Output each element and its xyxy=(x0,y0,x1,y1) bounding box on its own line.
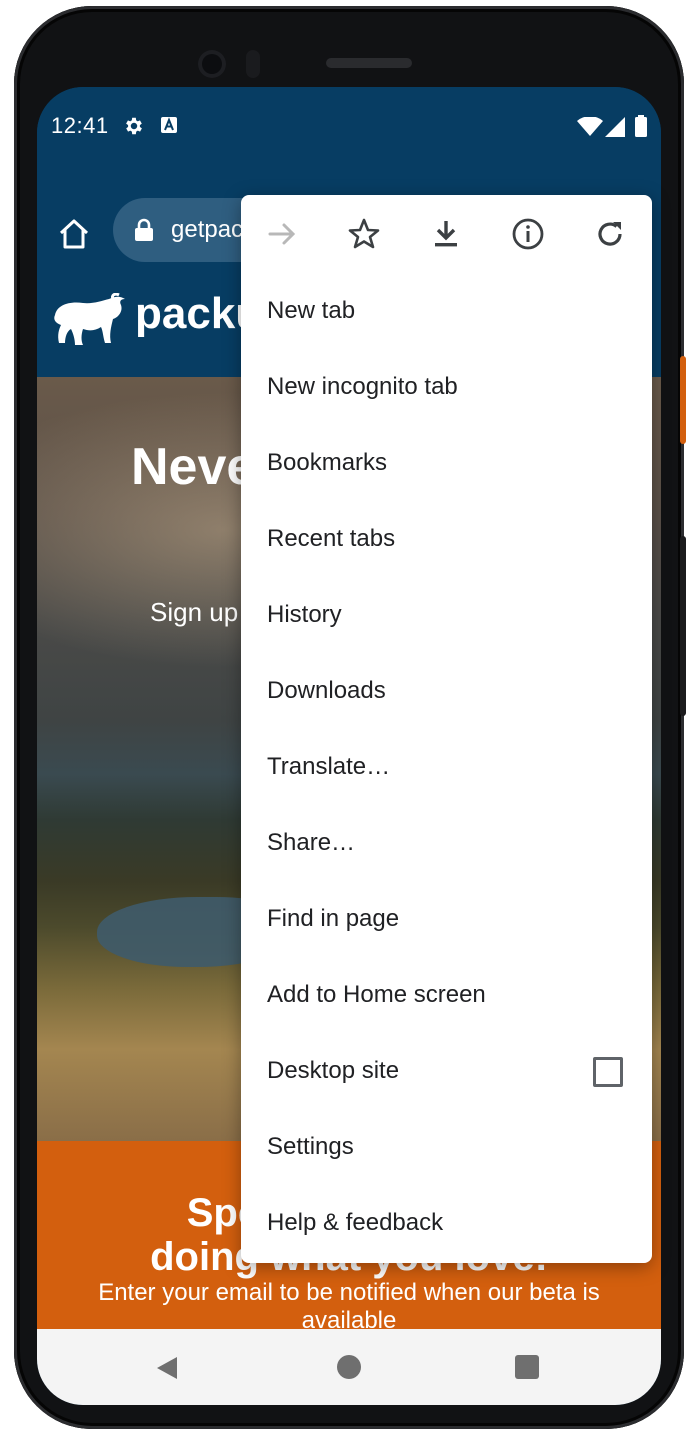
status-bar: 12:41 xyxy=(37,87,661,167)
lock-icon xyxy=(135,218,153,241)
menu-item-share[interactable]: Share… xyxy=(267,805,627,881)
front-camera xyxy=(198,50,226,78)
home-icon[interactable] xyxy=(57,217,91,251)
keyboard-a-icon xyxy=(161,117,177,133)
phone-frame: 12:41 getpackup.com packup Never Sign up xyxy=(14,6,686,1429)
hero-subtitle: Sign up xyxy=(150,597,239,627)
status-time: 12:41 xyxy=(51,113,109,138)
bookmark-star-icon[interactable] xyxy=(347,217,381,251)
menu-item-find-in-page[interactable]: Find in page xyxy=(267,881,627,957)
forward-arrow-icon[interactable] xyxy=(265,217,299,251)
home-circle-icon[interactable] xyxy=(337,1355,361,1379)
menu-item-new-incognito-tab[interactable]: New incognito tab xyxy=(267,349,627,425)
volume-button xyxy=(680,536,686,716)
earpiece xyxy=(326,58,412,68)
power-button xyxy=(680,356,686,444)
proximity-sensor xyxy=(246,50,260,78)
cell-signal-icon xyxy=(605,117,625,137)
banner-subtitle: Enter your email to be notified when our… xyxy=(98,1279,600,1334)
menu-item-history[interactable]: History xyxy=(267,577,627,653)
menu-item-bookmarks[interactable]: Bookmarks xyxy=(267,425,627,501)
settings-gear-icon xyxy=(126,117,142,135)
menu-item-help-feedback[interactable]: Help & feedback xyxy=(267,1185,627,1261)
menu-item-add-to-home-screen[interactable]: Add to Home screen xyxy=(267,957,627,1033)
battery-icon xyxy=(635,115,647,137)
page-info-icon[interactable] xyxy=(511,217,545,251)
yak-logo-icon xyxy=(54,293,125,345)
menu-item-new-tab[interactable]: New tab xyxy=(267,273,627,349)
desktop-site-checkbox[interactable] xyxy=(593,1057,623,1087)
download-icon[interactable] xyxy=(429,217,463,251)
recents-square-icon[interactable] xyxy=(515,1355,539,1379)
menu-item-desktop-site[interactable]: Desktop site xyxy=(267,1033,627,1109)
overflow-menu: New tab New incognito tab Bookmarks Rece… xyxy=(241,195,652,1263)
menu-icon-row xyxy=(241,195,652,275)
wifi-icon xyxy=(577,117,603,136)
menu-item-downloads[interactable]: Downloads xyxy=(267,653,627,729)
menu-item-translate[interactable]: Translate… xyxy=(267,729,627,805)
reload-icon[interactable] xyxy=(593,217,627,251)
menu-item-settings[interactable]: Settings xyxy=(267,1109,627,1185)
menu-item-recent-tabs[interactable]: Recent tabs xyxy=(267,501,627,577)
system-nav-bar xyxy=(37,1329,661,1405)
back-icon[interactable] xyxy=(155,1355,181,1381)
